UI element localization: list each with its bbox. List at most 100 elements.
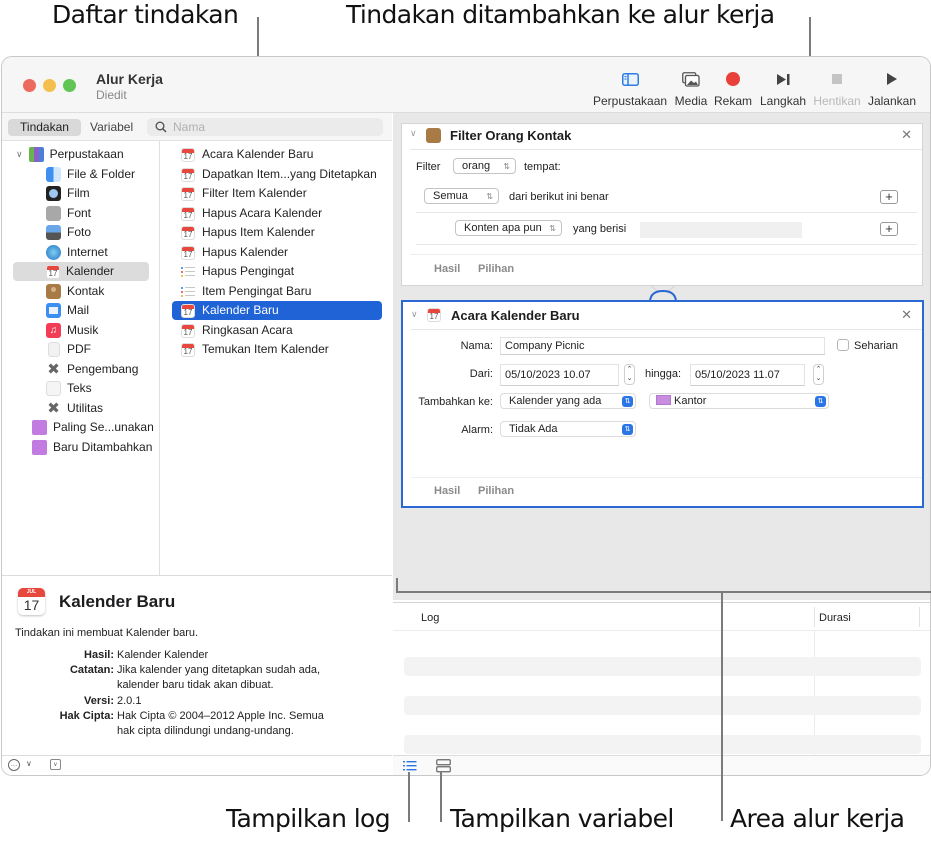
calendar-source-popup[interactable]: Kalender yang ada ⇅ <box>500 393 636 409</box>
category-calendar[interactable]: 17 Kalender <box>13 262 149 281</box>
end-date-stepper[interactable]: ⌃ ⌄ <box>813 364 824 385</box>
tab-variables[interactable]: Variabel <box>90 119 133 136</box>
start-date-stepper[interactable]: ⌃ ⌄ <box>624 364 635 385</box>
category-font[interactable]: Font <box>46 204 91 223</box>
chevron-down-icon: ∨ <box>16 149 23 159</box>
collapse-chevron-icon[interactable]: ∨ <box>411 309 418 320</box>
filter-type-popup[interactable]: orang ⇅ <box>453 158 516 174</box>
log-column-header[interactable]: Log <box>421 612 439 624</box>
action-item[interactable]: Hapus Pengingat <box>172 262 382 281</box>
category-music[interactable]: ♫ Musik <box>46 321 98 340</box>
zoom-window-button[interactable] <box>63 79 76 92</box>
smart-group-most-used[interactable]: Paling Se...unakan <box>32 418 154 437</box>
category-file-folder[interactable]: File & Folder <box>46 165 135 184</box>
category-developer[interactable]: ✖ Pengembang <box>46 360 138 379</box>
add-condition-button[interactable]: + <box>880 190 898 204</box>
category-film[interactable]: Film <box>46 184 90 203</box>
category-internet[interactable]: Internet <box>46 243 108 262</box>
chevron-down-icon[interactable]: ∨ <box>26 759 32 768</box>
workflow-bracket <box>396 591 931 593</box>
purple-folder-icon <box>32 440 47 455</box>
category-pdf[interactable]: PDF <box>46 340 91 359</box>
action-item-selected[interactable]: 17 Kalender Baru <box>172 301 382 320</box>
action-item[interactable]: 17 Hapus Item Kalender <box>172 223 382 242</box>
add-to-label: Tambahkan ke: <box>418 396 493 408</box>
category-text[interactable]: Teks <box>46 379 92 398</box>
options-tab[interactable]: Pilihan <box>478 485 514 497</box>
new-calendar-event-action[interactable]: ∨ 17 Acara Kalender Baru ✕ Nama: Company… <box>401 300 924 508</box>
criterion-operator-label: yang berisi <box>573 223 627 235</box>
close-window-button[interactable] <box>23 79 36 92</box>
tab-actions[interactable]: Tindakan <box>8 119 81 136</box>
category-contacts[interactable]: Kontak <box>46 282 104 301</box>
popup-value: Kantor <box>674 395 707 407</box>
show-variables-icon[interactable] <box>436 759 451 773</box>
name-label: Nama: <box>460 340 493 352</box>
remove-action-button[interactable]: ✕ <box>901 307 912 323</box>
record-button[interactable]: Rekam <box>714 69 752 108</box>
action-item[interactable]: 17 Ringkasan Acara <box>172 321 382 340</box>
calendar-icon: 17 <box>181 225 195 240</box>
music-icon: ♫ <box>46 323 61 338</box>
show-log-icon[interactable] <box>403 760 417 772</box>
collapse-chevron-icon[interactable]: ∨ <box>410 128 417 139</box>
category-label: Musik <box>67 323 99 337</box>
start-date-input[interactable]: 05/10/2023 10.07 <box>500 364 619 386</box>
separator <box>416 244 917 245</box>
smart-group-recently-added[interactable]: Baru Ditambahkan <box>32 438 152 457</box>
popup-value: Kalender yang ada <box>509 395 602 407</box>
calendar-icon: 17 <box>181 245 195 260</box>
minimize-window-button[interactable] <box>43 79 56 92</box>
workflow-area[interactable]: ∨ Filter Orang Kontak ✕ Filter orang ⇅ te… <box>393 113 930 600</box>
calendar-icon-month: JUL <box>18 588 45 597</box>
media-button[interactable]: Media <box>673 69 709 108</box>
criterion-text-input[interactable] <box>640 222 802 238</box>
action-item[interactable]: 17 Dapatkan Item...yang Ditetapkan <box>172 165 382 184</box>
duration-column-header[interactable]: Durasi <box>819 612 851 624</box>
smart-group-label: Baru Ditambahkan <box>53 440 153 454</box>
event-name-input[interactable]: Company Picnic <box>500 337 825 355</box>
match-popup[interactable]: Semua ⇅ <box>424 188 499 204</box>
criterion-popup[interactable]: Konten apa pun ⇅ <box>455 220 562 236</box>
filter-label: Filter <box>416 161 441 173</box>
calendar-icon: 17 <box>181 167 195 182</box>
options-tab[interactable]: Pilihan <box>478 263 514 275</box>
end-date-input[interactable]: 05/10/2023 11.07 <box>690 364 805 386</box>
action-label: Hapus Acara Kalender <box>202 206 323 220</box>
step-button[interactable]: Langkah <box>760 69 806 108</box>
action-item[interactable]: 17 Hapus Acara Kalender <box>172 204 382 223</box>
library-button[interactable]: Perpustakaan <box>593 69 667 108</box>
workflow-bottom-bar <box>393 755 930 775</box>
row-label: Hasil: <box>84 649 114 661</box>
row-label: Catatan: <box>69 664 114 676</box>
filter-contacts-action[interactable]: ∨ Filter Orang Kontak ✕ Filter orang ⇅ te… <box>401 123 923 286</box>
more-options-icon[interactable]: … <box>8 759 20 771</box>
alarm-popup[interactable]: Tidak Ada ⇅ <box>500 421 636 437</box>
remove-action-button[interactable]: ✕ <box>901 127 912 143</box>
category-label: Film <box>67 186 90 200</box>
library-root[interactable]: ∨ Perpustakaan <box>16 145 124 164</box>
run-button[interactable]: Jalankan <box>867 69 917 108</box>
action-item[interactable]: 17 Hapus Kalender <box>172 243 382 262</box>
category-utilities[interactable]: ✖ Utilitas <box>46 399 103 418</box>
add-criterion-button[interactable]: + <box>880 222 898 236</box>
all-day-checkbox[interactable] <box>837 339 849 351</box>
search-input[interactable]: Nama <box>147 118 383 136</box>
photos-icon <box>46 225 61 240</box>
toggle-description-icon[interactable]: ∨ <box>50 759 61 770</box>
action-item[interactable]: 17 Filter Item Kalender <box>172 184 382 203</box>
results-tab[interactable]: Hasil <box>434 485 460 497</box>
all-day-label: Seharian <box>854 340 899 352</box>
calendar-popup[interactable]: Kantor ⇅ <box>649 393 829 409</box>
callout-show-log: Tampilkan log <box>226 804 391 833</box>
results-tab[interactable]: Hasil <box>434 263 460 275</box>
reminders-icon <box>181 285 195 299</box>
category-mail[interactable]: Mail <box>46 301 89 320</box>
category-photo[interactable]: Foto <box>46 223 91 242</box>
action-item[interactable]: Item Pengingat Baru <box>172 282 382 301</box>
action-item[interactable]: 17 Acara Kalender Baru <box>172 145 382 164</box>
popup-value: Tidak Ada <box>509 423 558 435</box>
stop-button[interactable]: Hentikan <box>813 69 861 108</box>
action-description: JUL 17 Kalender Baru Tindakan ini membua… <box>2 575 392 755</box>
action-item[interactable]: 17 Temukan Item Kalender <box>172 340 382 359</box>
